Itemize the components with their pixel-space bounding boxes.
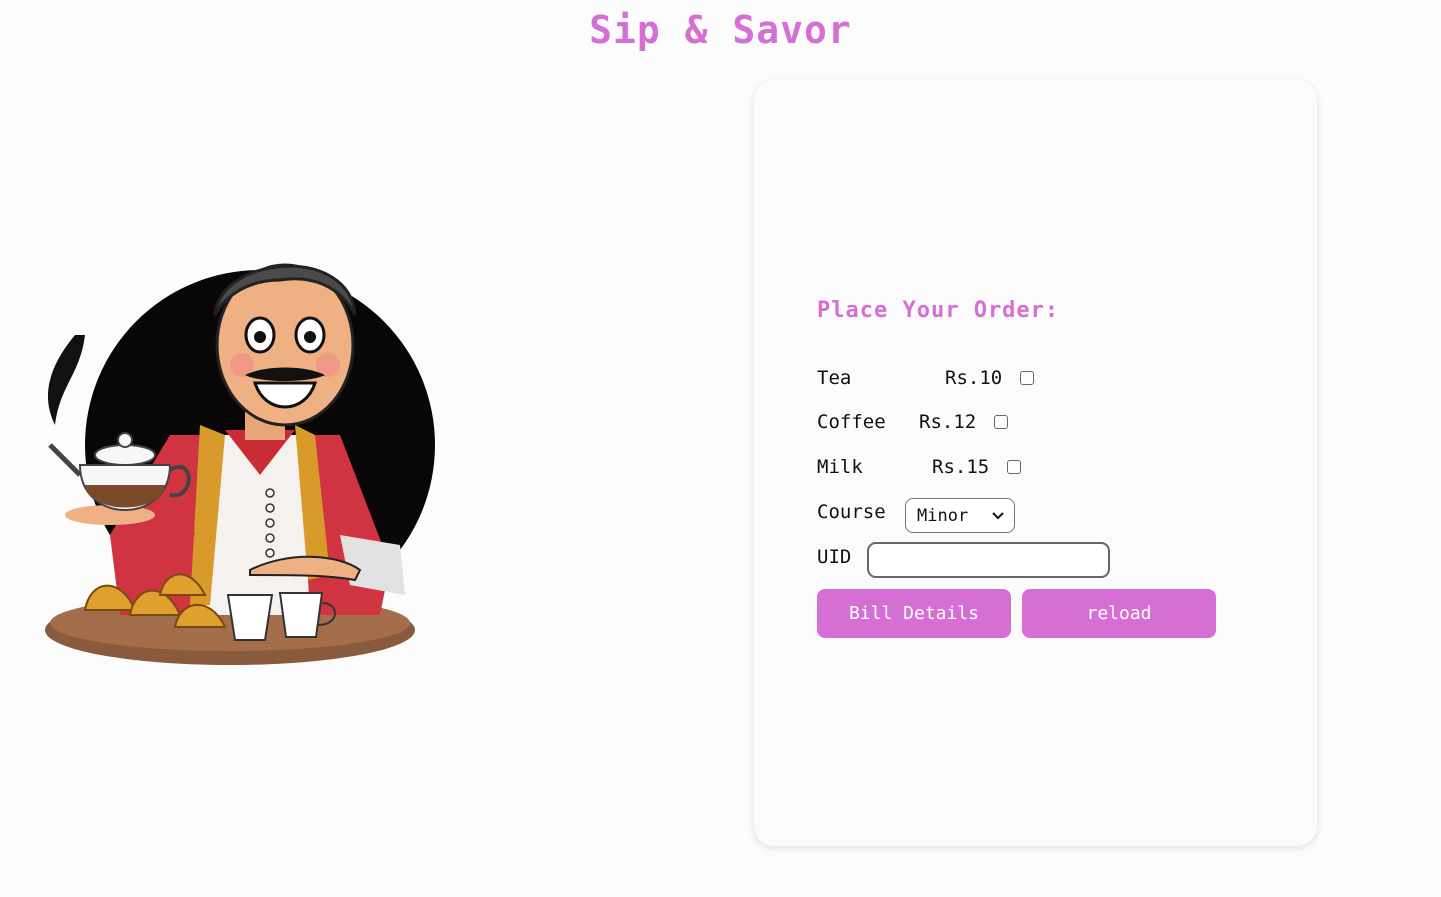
item-price: Rs.10 xyxy=(945,367,1003,389)
order-heading: Place Your Order: xyxy=(817,298,1060,323)
item-name: Tea xyxy=(817,367,852,389)
uid-input[interactable] xyxy=(867,542,1110,578)
item-name: Milk xyxy=(817,456,863,478)
item-name: Coffee xyxy=(817,411,886,433)
coffee-checkbox[interactable] xyxy=(994,415,1009,429)
reload-button[interactable]: reload xyxy=(1022,589,1216,638)
milk-checkbox[interactable] xyxy=(1007,460,1022,474)
menu-item-tea: Tea Rs.10 xyxy=(817,367,1035,389)
course-selected-value: Minor xyxy=(917,505,969,526)
course-select[interactable]: Minor xyxy=(905,498,1015,533)
bill-details-button[interactable]: Bill Details xyxy=(817,589,1011,638)
tea-checkbox[interactable] xyxy=(1020,371,1035,385)
uid-label: UID xyxy=(817,546,852,568)
item-price: Rs.12 xyxy=(919,411,977,433)
item-price: Rs.15 xyxy=(932,456,990,478)
menu-item-milk: Milk Rs.15 xyxy=(817,456,1022,478)
chevron-down-icon xyxy=(992,511,1004,519)
menu-item-coffee: Coffee Rs.12 xyxy=(817,411,1009,433)
course-label: Course xyxy=(817,501,886,523)
order-card: Place Your Order: Tea Rs.10 Coffee Rs.12… xyxy=(754,80,1317,846)
site-title: Sip & Savor xyxy=(589,8,852,52)
chai-vendor-illustration xyxy=(45,263,435,665)
